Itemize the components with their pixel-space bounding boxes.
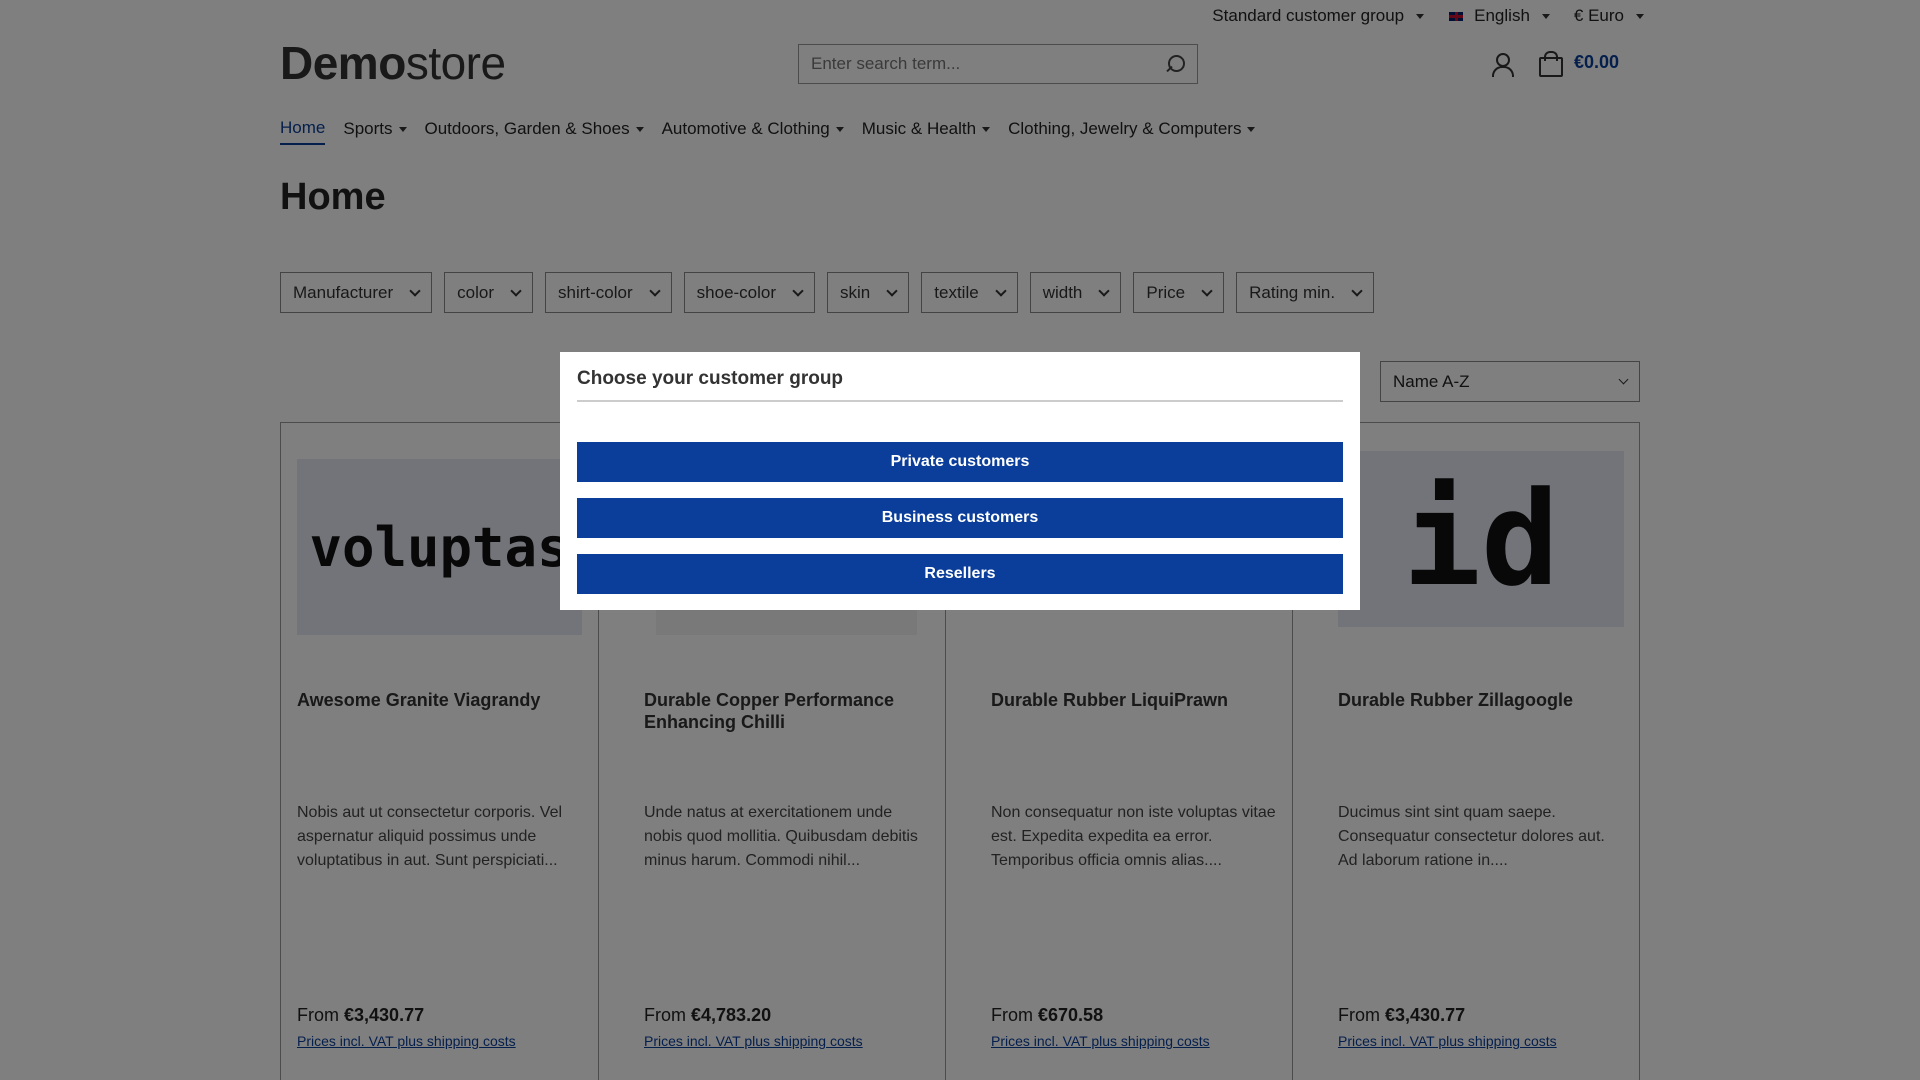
business-customers-button[interactable]: Business customers bbox=[577, 498, 1343, 538]
modal-title: Choose your customer group bbox=[577, 368, 1343, 402]
resellers-button[interactable]: Resellers bbox=[577, 554, 1343, 594]
customer-group-modal: Choose your customer group Private custo… bbox=[560, 352, 1360, 610]
private-customers-button[interactable]: Private customers bbox=[577, 442, 1343, 482]
